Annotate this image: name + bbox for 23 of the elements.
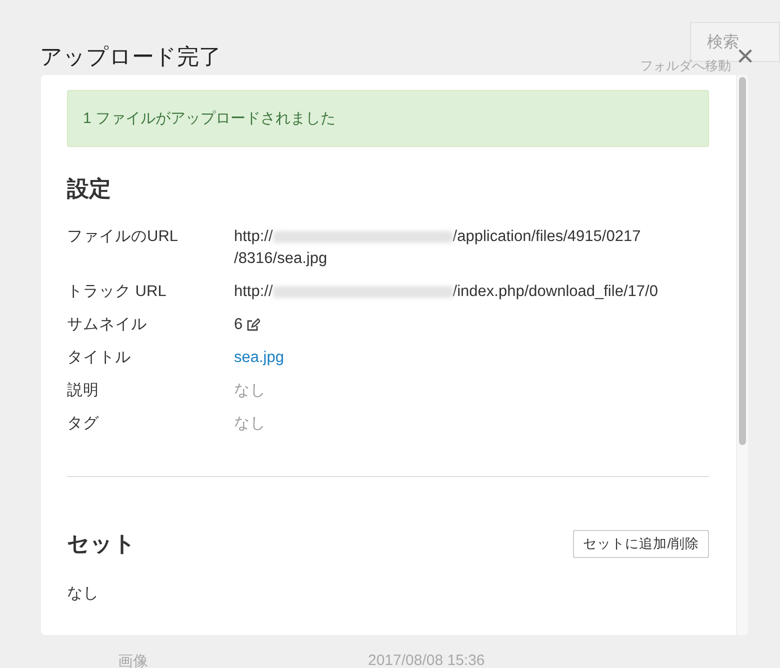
- file-date: 2017/08/08 15:36: [368, 652, 485, 668]
- field-label: 説明: [67, 381, 100, 401]
- empty-value: なし: [234, 415, 266, 432]
- url-text: http:// /application/files/4915/0217/8316/sea.jpg: [234, 227, 642, 269]
- field-label: タグ: [67, 414, 100, 434]
- field-label: トラック URL: [67, 282, 168, 302]
- scrollbar[interactable]: [736, 75, 748, 635]
- file-type: 画像: [118, 652, 148, 668]
- scrollbar-thumb[interactable]: [739, 77, 746, 445]
- empty-value: なし: [234, 382, 266, 399]
- thumbnail-value: 6: [234, 315, 243, 335]
- edit-sets-button[interactable]: セットに追加/削除: [573, 530, 709, 558]
- section-heading: 設定: [67, 175, 112, 203]
- title-link[interactable]: sea.jpg: [234, 349, 284, 366]
- field-label: サムネイル: [67, 315, 148, 335]
- url-text: http:// /index.php/download_file/17/0: [234, 282, 659, 302]
- edit-icon[interactable]: [246, 318, 260, 332]
- field-label: ファイルのURL: [67, 227, 180, 247]
- sets-value: なし: [67, 584, 100, 604]
- field-label: タイトル: [67, 348, 132, 368]
- success-alert: 1 ファイルがアップロードされました: [67, 90, 709, 147]
- section-heading: セット: [67, 530, 136, 558]
- dialog-title: アップロード完了: [40, 42, 221, 70]
